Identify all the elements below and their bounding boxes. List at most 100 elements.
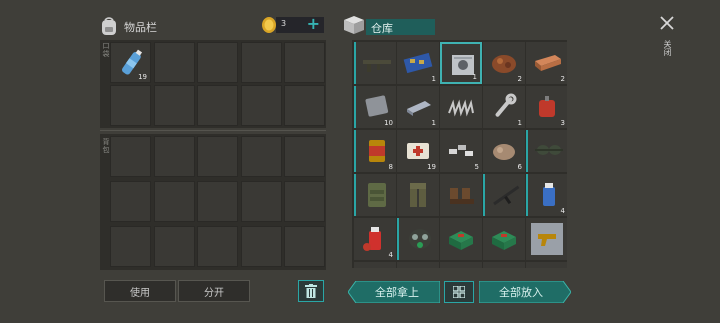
pocket-slot[interactable]: [153, 42, 195, 83]
grid-view-button[interactable]: [444, 281, 474, 303]
storage-slot[interactable]: [526, 218, 567, 260]
backpack-slot[interactable]: [110, 226, 151, 267]
backpack-slot[interactable]: [240, 181, 282, 222]
storage-title: 仓库: [371, 22, 393, 35]
item-count: 3: [560, 119, 565, 127]
storage-slot[interactable]: 4: [526, 174, 567, 216]
backpack-slot[interactable]: [197, 226, 238, 267]
storage-slot[interactable]: 6: [483, 130, 525, 172]
storage-slot[interactable]: 2: [526, 42, 567, 84]
vest-icon: [368, 183, 386, 207]
inventory-header: 物品栏 3 +: [100, 14, 328, 38]
storage-slot[interactable]: 4: [354, 218, 396, 260]
storage-slot[interactable]: [526, 262, 567, 268]
backpack-slot[interactable]: [197, 181, 238, 222]
item-count: 1: [431, 75, 436, 83]
gas-mask-icon: [409, 229, 431, 249]
backpack-slot[interactable]: [110, 136, 151, 177]
coin-count: 3: [281, 19, 287, 28]
boots-icon: [450, 188, 474, 204]
backpack-slot[interactable]: [240, 136, 282, 177]
backpack-slot[interactable]: [110, 181, 151, 222]
close-icon: [660, 16, 674, 30]
storage-slot[interactable]: 1: [440, 42, 482, 84]
item-count: 19: [427, 163, 436, 171]
pocket-slot[interactable]: [197, 42, 238, 83]
storage-grid: 1 1 2 2 10 1 1 3 8 19 5 6 4 4: [352, 40, 567, 268]
storage-slot[interactable]: [397, 218, 439, 260]
storage-slot[interactable]: [397, 262, 439, 268]
storage-slot[interactable]: [483, 262, 525, 268]
coin-icon: [262, 17, 276, 33]
grid-icon: [453, 286, 465, 298]
backpack-slot[interactable]: [284, 226, 325, 267]
storage-slot[interactable]: 19: [397, 130, 439, 172]
backpack-slot[interactable]: [153, 226, 195, 267]
add-coins-button[interactable]: +: [307, 14, 320, 33]
pocket-slot[interactable]: [110, 85, 151, 126]
storage-slot[interactable]: [354, 262, 396, 268]
trash-icon: [305, 284, 317, 298]
item-count: 1: [431, 119, 436, 127]
backpack-slot[interactable]: [284, 181, 325, 222]
backpack-slot[interactable]: [284, 136, 325, 177]
pocket-label: 口袋: [102, 42, 110, 58]
item-count: 4: [388, 251, 393, 259]
use-button[interactable]: 使用: [104, 280, 176, 302]
pocket-slot[interactable]: [284, 85, 325, 126]
split-button[interactable]: 分开: [178, 280, 250, 302]
storage-box-icon: [344, 16, 364, 34]
pocket-slot[interactable]: [284, 42, 325, 83]
pocket-slot[interactable]: [197, 85, 238, 126]
trash-button[interactable]: [298, 280, 324, 302]
goggles-icon: [535, 145, 563, 155]
item-count: 19: [138, 73, 147, 81]
pants-icon: [410, 183, 426, 207]
storage-slot[interactable]: [440, 174, 482, 216]
storage-title-field: 仓库: [366, 19, 435, 35]
storage-slot[interactable]: 10: [354, 86, 396, 128]
pocket-slot[interactable]: 19: [110, 42, 151, 83]
item-count: 8: [388, 163, 393, 171]
backpack-slot[interactable]: [153, 136, 195, 177]
take-all-button[interactable]: 全部拿上: [354, 281, 440, 303]
storage-slot[interactable]: 8: [354, 130, 396, 172]
item-count: 2: [560, 75, 565, 83]
pocket-section: 口袋 19: [100, 40, 326, 128]
pocket-slot[interactable]: [240, 85, 282, 126]
item-count: 4: [560, 207, 565, 215]
storage-slot[interactable]: [483, 174, 525, 216]
storage-slot[interactable]: 3: [526, 86, 567, 128]
supply-box-icon: [492, 231, 516, 250]
storage-slot[interactable]: [354, 174, 396, 216]
backpack-slot[interactable]: [197, 136, 238, 177]
storage-slot[interactable]: [440, 262, 482, 268]
item-count: 5: [474, 163, 479, 171]
storage-slot[interactable]: [483, 218, 525, 260]
supply-box-icon: [449, 231, 473, 250]
backpack-label: 背包: [102, 138, 110, 154]
storage-slot[interactable]: 1: [397, 86, 439, 128]
pocket-slot[interactable]: [240, 42, 282, 83]
backpack-icon: [102, 17, 116, 35]
storage-slot[interactable]: 2: [483, 42, 525, 84]
backpack-slot[interactable]: [153, 181, 195, 222]
storage-slot[interactable]: 1: [397, 42, 439, 84]
storage-slot[interactable]: 1: [483, 86, 525, 128]
storage-slot[interactable]: [440, 218, 482, 260]
item-count: 1: [517, 119, 522, 127]
pistol-blueprint-icon: [531, 223, 563, 255]
pocket-slot[interactable]: [153, 85, 195, 126]
put-all-button[interactable]: 全部放入: [479, 281, 563, 303]
item-count: 6: [517, 163, 522, 171]
close-button[interactable]: 关闭: [656, 14, 678, 64]
storage-slot[interactable]: [397, 174, 439, 216]
storage-slot[interactable]: [526, 130, 567, 172]
backpack-slot[interactable]: [240, 226, 282, 267]
coin-count-field: 3 +: [276, 14, 324, 33]
storage-slot[interactable]: [354, 42, 396, 84]
safe-icon: [452, 55, 474, 75]
inventory-title: 物品栏: [124, 21, 157, 34]
storage-slot[interactable]: [440, 86, 482, 128]
storage-slot[interactable]: 5: [440, 130, 482, 172]
